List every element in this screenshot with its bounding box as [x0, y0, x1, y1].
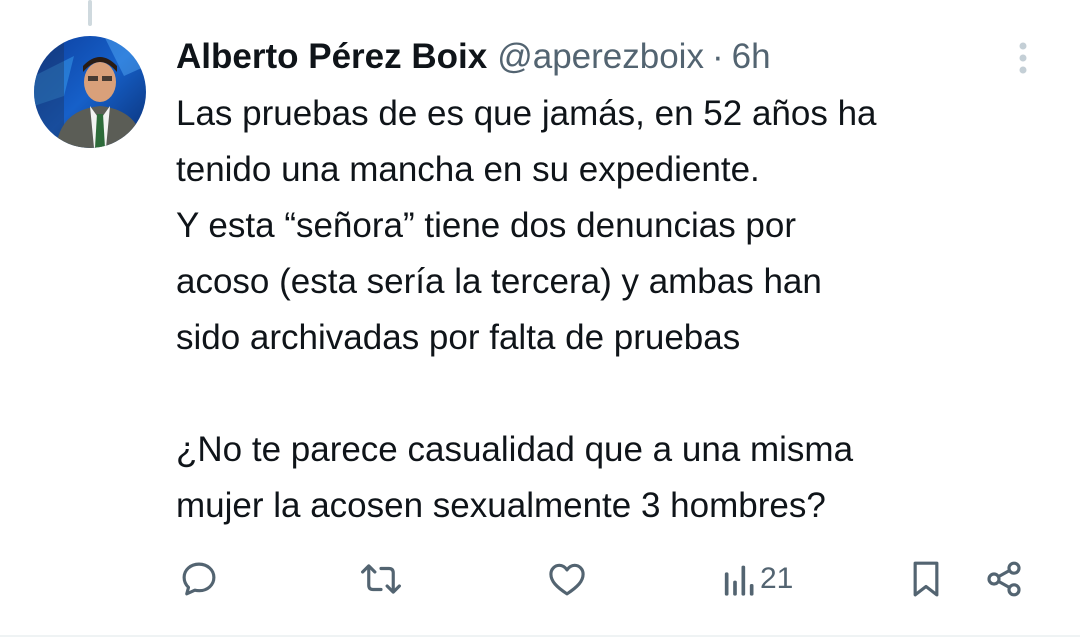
views-chart-icon: [722, 559, 756, 599]
retweet-button[interactable]: [358, 556, 404, 602]
more-vertical-icon[interactable]: [1008, 40, 1038, 80]
bookmark-button[interactable]: [906, 556, 946, 602]
tweet-header: Alberto Pérez Boix @aperezboix · 6h: [176, 32, 771, 82]
thread-connector-line: [88, 0, 92, 26]
separator-dot: ·: [711, 37, 724, 76]
views-button[interactable]: 21: [722, 556, 793, 602]
share-button[interactable]: [984, 556, 1024, 602]
share-icon: [984, 558, 1024, 600]
views-count: 21: [760, 562, 794, 595]
reply-button[interactable]: [178, 556, 220, 602]
like-button[interactable]: [546, 556, 588, 602]
author-name[interactable]: Alberto Pérez Boix: [176, 32, 487, 82]
avatar[interactable]: [34, 36, 146, 148]
bookmark-icon: [906, 558, 946, 600]
retweet-icon: [358, 558, 404, 600]
tweet-text: Las pruebas de es que jamás, en 52 años …: [176, 94, 877, 525]
author-handle[interactable]: @aperezboix: [497, 32, 704, 82]
reply-icon: [178, 558, 220, 600]
heart-icon: [546, 558, 588, 600]
timestamp[interactable]: 6h: [732, 32, 771, 82]
